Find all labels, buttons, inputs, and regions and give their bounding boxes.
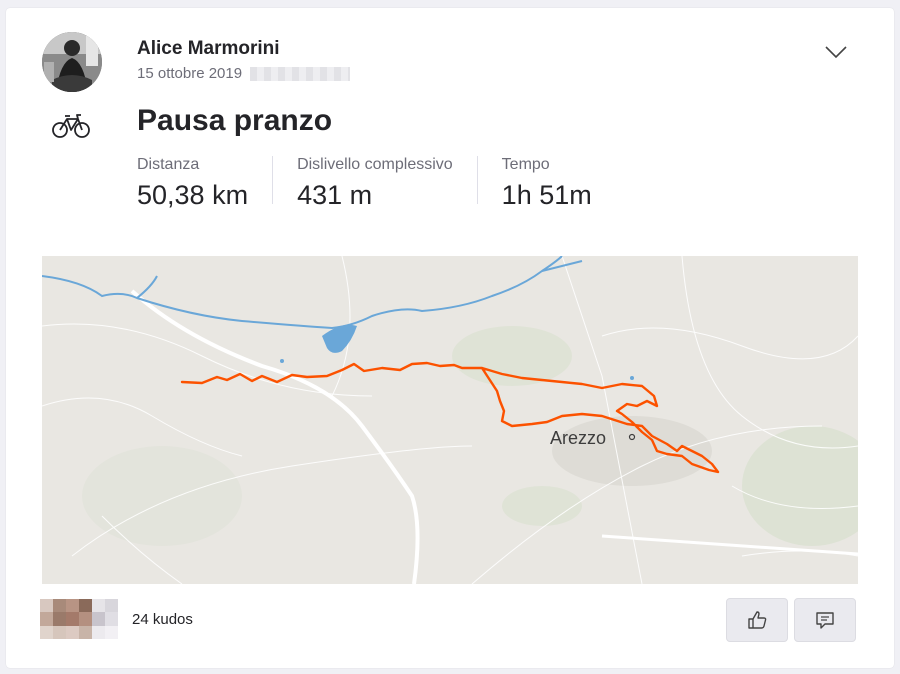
avatar[interactable] [40, 599, 66, 639]
athlete-avatar[interactable] [42, 32, 102, 92]
chevron-down-icon[interactable] [824, 44, 848, 60]
map-city-label: Arezzo [550, 428, 606, 448]
stat-elevation: Dislivello complessivo 431 m [297, 156, 478, 210]
kudos-count[interactable]: 24 kudos [132, 611, 193, 628]
activity-stats: Distanza 50,38 km Dislivello complessivo… [137, 156, 640, 210]
comment-button[interactable] [794, 598, 856, 642]
stat-label: Dislivello complessivo [297, 156, 453, 173]
date-text: 15 ottobre 2019 [137, 65, 243, 82]
bicycle-icon [52, 112, 90, 140]
location-blurred [250, 66, 351, 81]
activity-date: 15 ottobre 2019 [137, 65, 351, 82]
stat-label: Tempo [501, 156, 550, 173]
route-map[interactable]: Arezzo [42, 256, 858, 584]
stat-value: 50,38 km [137, 180, 249, 210]
activity-title[interactable]: Pausa pranzo [137, 104, 332, 138]
kudos-avatars[interactable] [40, 599, 118, 639]
comment-icon [816, 612, 834, 629]
athlete-name[interactable]: Alice Marmorini [137, 38, 280, 60]
give-kudos-button[interactable] [726, 598, 788, 642]
thumbs-up-icon [748, 611, 767, 629]
avatar[interactable] [66, 599, 92, 639]
stat-time: Tempo 1h 51m [501, 156, 616, 210]
avatar[interactable] [92, 599, 118, 639]
activity-card: Alice Marmorini 15 ottobre 2019 Pausa pr… [6, 8, 894, 668]
stat-value: 431 m [297, 180, 373, 210]
stat-label: Distanza [137, 156, 200, 173]
stat-value: 1h 51m [501, 180, 592, 210]
stat-distance: Distanza 50,38 km [137, 156, 274, 210]
